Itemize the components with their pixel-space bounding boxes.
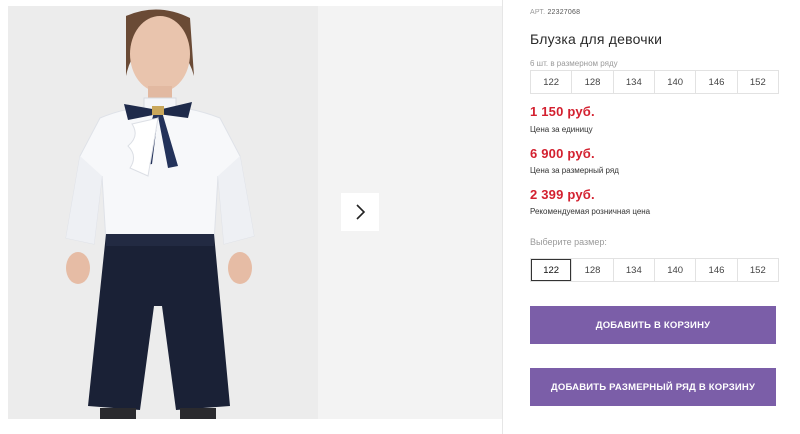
product-photo[interactable] [8,6,318,419]
pack-price-label: Цена за размерный ряд [530,166,619,175]
size-option-134[interactable]: 134 [612,259,654,281]
next-image-button[interactable] [341,193,379,231]
retail-price: 2 399 руб. [530,187,595,202]
pack-size-cell: 134 [612,71,654,93]
pack-size-cell: 146 [695,71,736,93]
vertical-divider [502,0,503,434]
product-gallery [8,6,502,419]
pack-size-cell: 140 [653,71,695,93]
pack-sizes-table: 122 128 134 140 146 152 [530,70,779,94]
chevron-right-icon [356,204,366,220]
article-value: 22327068 [547,9,581,16]
pack-size-cell: 128 [571,71,612,93]
retail-price-label: Рекомендуемая розничная цена [530,207,651,216]
product-title: Блузка для девочки [530,31,663,47]
unit-price: 1 150 руб. [530,104,595,119]
size-selector-label: Выберите размер: [530,237,607,247]
size-option-140[interactable]: 140 [653,259,695,281]
size-option-122[interactable]: 122 [531,259,572,281]
pack-size-cell: 152 [736,71,778,93]
article-label: АРТ. [530,9,546,16]
pack-note: 6 шт. в размерном ряду [530,59,618,68]
pack-size-cell: 122 [543,76,560,88]
pack-price: 6 900 руб. [530,146,595,161]
size-selector: 122 128 134 140 146 152 [530,258,779,282]
product-photo-image [8,6,318,419]
unit-price-label: Цена за единицу [530,125,593,134]
add-pack-to-cart-button[interactable]: ДОБАВИТЬ РАЗМЕРНЫЙ РЯД В КОРЗИНУ [530,368,776,406]
size-option-128[interactable]: 128 [571,259,612,281]
article-number: АРТ. 22327068 [530,9,580,16]
size-option-146[interactable]: 146 [695,259,736,281]
size-option-152[interactable]: 152 [736,259,778,281]
add-to-cart-button[interactable]: ДОБАВИТЬ В КОРЗИНУ [530,306,776,344]
